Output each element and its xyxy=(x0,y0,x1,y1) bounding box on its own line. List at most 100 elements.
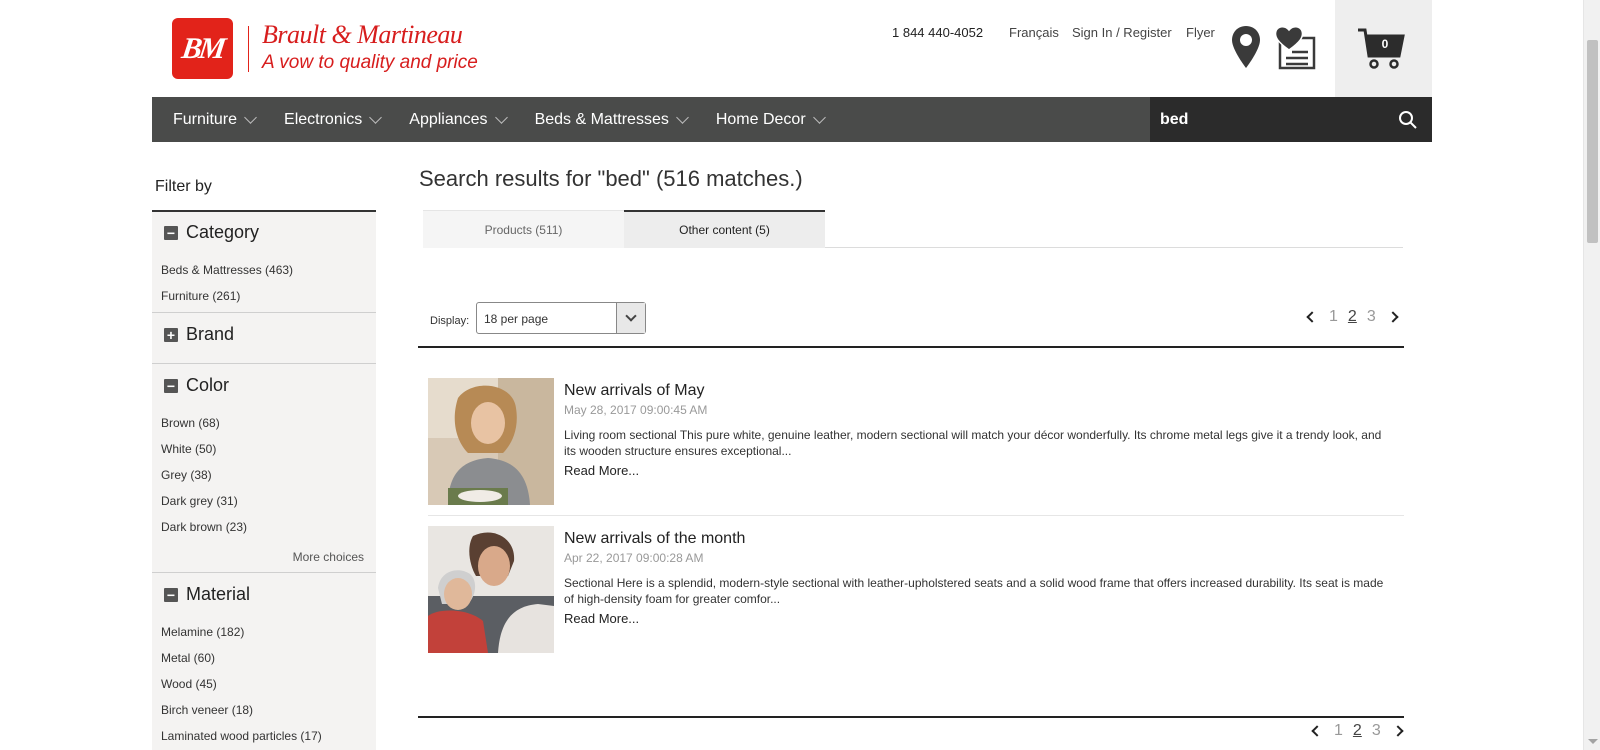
facet-label: Category xyxy=(186,222,260,242)
pagination-top: 1 2 3 xyxy=(1300,308,1405,326)
heart-list-icon[interactable] xyxy=(1274,24,1316,70)
select-dropdown-button[interactable] xyxy=(616,303,645,333)
brand-tagline: A vow to quality and price xyxy=(262,52,478,73)
facet-option[interactable]: Dark brown (23) xyxy=(161,520,247,534)
page-scrollbar[interactable] xyxy=(1583,0,1600,750)
logo-monogram: BM xyxy=(179,31,226,65)
collapse-icon: − xyxy=(164,378,178,393)
facet-divider xyxy=(152,312,376,313)
facet-label: Brand xyxy=(186,324,235,344)
nav-electronics[interactable]: Electronics xyxy=(284,97,383,142)
facet-option[interactable]: White (50) xyxy=(161,442,216,456)
nav-label: Appliances xyxy=(409,110,488,128)
next-page-icon[interactable] xyxy=(1387,311,1399,323)
result-divider xyxy=(428,515,1404,516)
chevron-down-icon xyxy=(494,110,508,124)
page-link[interactable]: 1 xyxy=(1329,308,1338,326)
chevron-down-icon xyxy=(625,310,637,322)
facet-option[interactable]: Metal (60) xyxy=(161,651,215,665)
filter-sidebar: Filter by − Category Beds & Mattresses (… xyxy=(152,142,377,750)
facet-option[interactable]: Dark grey (31) xyxy=(161,494,238,508)
site-header: BM Brault & Martineau A vow to quality a… xyxy=(152,0,1432,97)
nav-beds-mattresses[interactable]: Beds & Mattresses xyxy=(534,97,689,142)
facet-material-header[interactable]: − Material xyxy=(164,584,250,605)
display-label: Display: xyxy=(430,315,470,327)
chevron-down-icon xyxy=(812,110,826,124)
language-link[interactable]: Français xyxy=(1009,25,1059,40)
nav-label: Beds & Mattresses xyxy=(534,110,669,128)
per-page-select[interactable]: 18 per page xyxy=(476,302,646,334)
per-page-value: 18 per page xyxy=(484,312,549,326)
facet-option[interactable]: Beds & Mattresses (463) xyxy=(161,263,293,277)
facet-label: Material xyxy=(186,584,251,604)
facet-option[interactable]: Birch veneer (18) xyxy=(161,703,253,717)
results-bottom-divider xyxy=(418,716,1404,718)
prev-page-icon[interactable] xyxy=(1311,725,1323,737)
nav-label: Furniture xyxy=(173,110,238,128)
cart-count: 0 xyxy=(1381,37,1389,51)
tab-products[interactable]: Products (511) xyxy=(423,210,624,248)
tab-other-content[interactable]: Other content (5) xyxy=(624,210,825,248)
couple-smiling-photo[interactable] xyxy=(428,526,554,653)
result-title-link[interactable]: New arrivals of May xyxy=(564,382,704,400)
result-date: May 28, 2017 09:00:45 AM xyxy=(564,403,708,417)
brand-logo[interactable]: BM xyxy=(172,18,233,79)
chevron-down-icon xyxy=(369,110,383,124)
facet-divider xyxy=(152,363,376,364)
facet-option[interactable]: Brown (68) xyxy=(161,416,220,430)
filter-panel: − Category Beds & Mattresses (463) Furni… xyxy=(152,210,376,750)
signin-link[interactable]: Sign In / Register xyxy=(1072,25,1172,40)
search-input[interactable] xyxy=(1150,97,1390,142)
facet-label: Color xyxy=(186,375,230,395)
facet-category-header[interactable]: − Category xyxy=(164,222,259,243)
page-link[interactable]: 3 xyxy=(1372,722,1381,740)
facet-color-header[interactable]: − Color xyxy=(164,375,229,396)
facet-option[interactable]: Grey (38) xyxy=(161,468,212,482)
phone-number[interactable]: 1 844 440-4052 xyxy=(892,25,983,40)
next-page-icon[interactable] xyxy=(1392,725,1404,737)
results-divider xyxy=(418,346,1404,348)
cart-button[interactable]: 0 xyxy=(1335,0,1432,97)
search-icon[interactable] xyxy=(1398,110,1418,130)
read-more-link[interactable]: Read More... xyxy=(564,463,639,478)
result-title-link[interactable]: New arrivals of the month xyxy=(564,530,745,548)
page-link[interactable]: 3 xyxy=(1367,308,1376,326)
nav-furniture[interactable]: Furniture xyxy=(173,97,257,142)
page-link-current[interactable]: 2 xyxy=(1348,308,1357,326)
facet-option[interactable]: Melamine (182) xyxy=(161,625,244,639)
collapse-icon: − xyxy=(164,587,178,602)
flyer-link[interactable]: Flyer xyxy=(1186,25,1215,40)
result-description: Sectional Here is a splendid, modern-sty… xyxy=(564,576,1384,606)
main-nav: Furniture Electronics Appliances Beds & … xyxy=(152,97,1432,142)
facet-option[interactable]: Furniture (261) xyxy=(161,289,240,303)
brand-divider xyxy=(248,26,249,72)
facet-option[interactable]: Laminated wood particles (17) xyxy=(161,729,322,743)
nav-appliances[interactable]: Appliances xyxy=(409,97,508,142)
brand-name[interactable]: Brault & Martineau xyxy=(262,20,463,50)
expand-icon: + xyxy=(164,327,178,342)
result-date: Apr 22, 2017 09:00:28 AM xyxy=(564,551,704,565)
result-item: New arrivals of the month Apr 22, 2017 0… xyxy=(428,526,1404,656)
prev-page-icon[interactable] xyxy=(1306,311,1318,323)
read-more-link[interactable]: Read More... xyxy=(564,611,639,626)
woman-smiling-photo[interactable] xyxy=(428,378,554,505)
map-pin-icon[interactable] xyxy=(1230,24,1262,70)
page-link-current[interactable]: 2 xyxy=(1353,722,1362,740)
results-title: Search results for "bed" (516 matches.) xyxy=(419,166,803,191)
more-choices-link[interactable]: More choices xyxy=(293,550,364,564)
collapse-icon: − xyxy=(164,225,178,240)
filter-title: Filter by xyxy=(155,178,212,195)
facet-divider xyxy=(152,572,376,573)
facet-brand-header[interactable]: + Brand xyxy=(164,324,234,345)
page-link[interactable]: 1 xyxy=(1334,722,1343,740)
page: BM Brault & Martineau A vow to quality a… xyxy=(152,0,1432,750)
facet-option[interactable]: Wood (45) xyxy=(161,677,217,691)
scroll-down-arrow-icon[interactable] xyxy=(1588,739,1598,744)
chevron-down-icon xyxy=(244,110,257,124)
nav-home-decor[interactable]: Home Decor xyxy=(716,97,826,142)
search-bar xyxy=(1150,97,1432,142)
results-toolbar: Display: 18 per page 1 2 3 xyxy=(418,302,1432,344)
result-description: Living room sectional This pure white, g… xyxy=(564,428,1382,458)
results-tabs: Products (511) Other content (5) xyxy=(423,210,1403,248)
scrollbar-thumb[interactable] xyxy=(1587,40,1598,243)
